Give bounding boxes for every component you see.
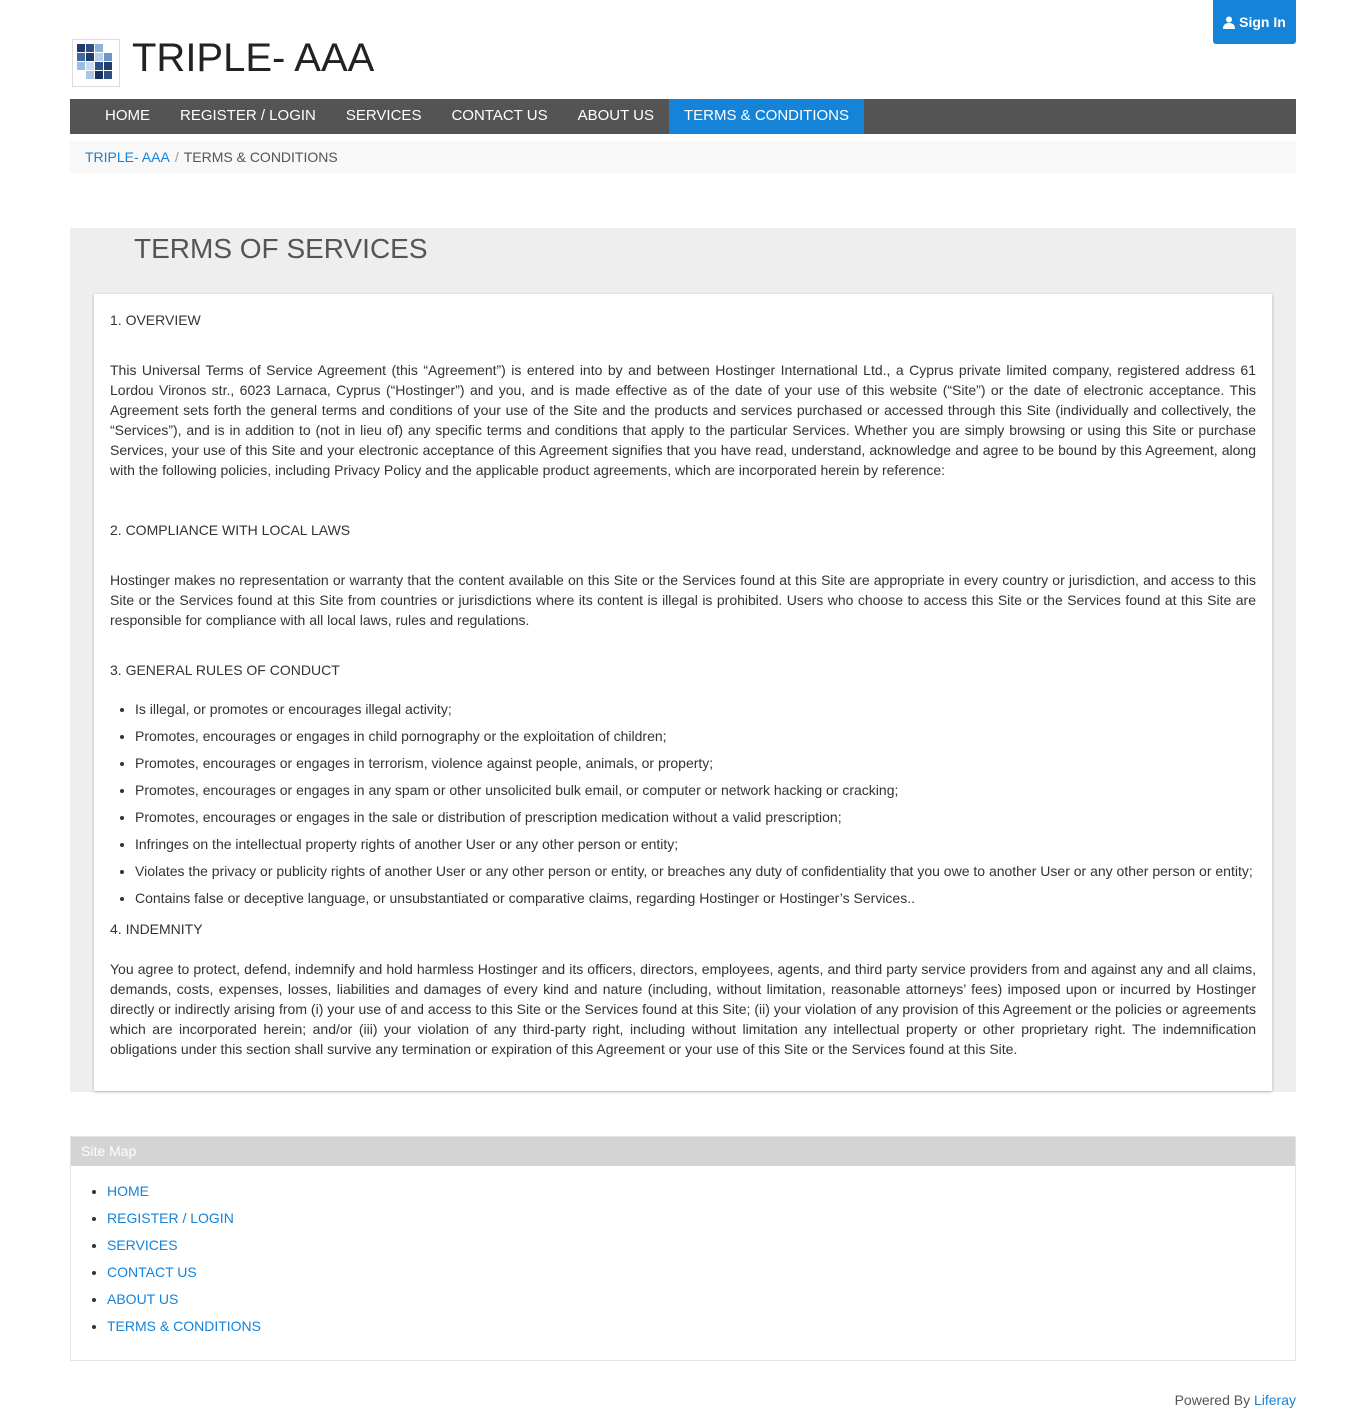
terms-portlet: TERMS OF SERVICES 1. OVERVIEW This Unive… [70,228,1296,1092]
list-item: Is illegal, or promotes or encourages il… [135,696,1256,723]
list-item: Contains false or deceptive language, or… [135,885,1256,912]
site-map-title: Site Map [71,1137,1295,1166]
breadcrumb: TRIPLE- AAA / TERMS & CONDITIONS [70,141,1296,173]
list-item: Infringes on the intellectual property r… [135,831,1256,858]
section-body-compliance: Hostinger makes no representation or war… [110,572,1256,628]
site-logo-link[interactable] [72,39,120,87]
sign-in-button[interactable]: Sign In [1213,0,1296,44]
sitemap-link-home[interactable]: HOME [107,1183,149,1199]
powered-by-label: Powered By [1174,1392,1251,1408]
terms-content: 1. OVERVIEW This Universal Terms of Serv… [94,294,1272,1091]
breadcrumb-separator: / [174,149,179,165]
nav-item-terms-conditions[interactable]: TERMS & CONDITIONS [668,99,864,134]
list-item: TERMS & CONDITIONS [107,1313,1295,1340]
sign-in-label: Sign In [1239,14,1286,30]
breadcrumb-current: TERMS & CONDITIONS [183,149,338,165]
list-item: Promotes, encourages or engages in terro… [135,750,1256,777]
section-heading-overview: 1. OVERVIEW [110,312,201,328]
breadcrumb-root-link[interactable]: TRIPLE- AAA [85,149,170,165]
section-heading-compliance: 2. COMPLIANCE WITH LOCAL LAWS [110,522,351,538]
sitemap-link-about-us[interactable]: ABOUT US [107,1291,178,1307]
page-title: TERMS OF SERVICES [134,233,428,264]
nav-item-services[interactable]: SERVICES [331,99,437,134]
sitemap-link-contact-us[interactable]: CONTACT US [107,1264,197,1280]
liferay-link[interactable]: Liferay [1254,1392,1296,1408]
site-map-list: HOME REGISTER / LOGIN SERVICES CONTACT U… [71,1178,1295,1340]
conduct-list: Is illegal, or promotes or encourages il… [110,696,1256,912]
powered-by: Powered By Liferay [1175,1392,1296,1408]
nav-item-register-login[interactable]: REGISTER / LOGIN [165,99,331,134]
list-item: HOME [107,1178,1295,1205]
list-item: Promotes, encourages or engages in child… [135,723,1256,750]
site-title: TRIPLE- AAA [132,36,375,80]
nav-item-home[interactable]: HOME [90,99,165,134]
sitemap-link-services[interactable]: SERVICES [107,1237,178,1253]
list-item: Violates the privacy or publicity rights… [135,858,1256,885]
list-item: SERVICES [107,1232,1295,1259]
list-item: REGISTER / LOGIN [107,1205,1295,1232]
section-body-indemnity: You agree to protect, defend, indemnify … [110,961,1256,1057]
list-item: Promotes, encourages or engages in any s… [135,777,1256,804]
logo-mosaic-icon [72,39,120,87]
nav-item-about-us[interactable]: ABOUT US [563,99,669,134]
list-item: CONTACT US [107,1259,1295,1286]
main-navigation: HOME REGISTER / LOGIN SERVICES CONTACT U… [70,99,1296,134]
user-icon [1223,16,1236,29]
list-item: ABOUT US [107,1286,1295,1313]
section-body-overview: This Universal Terms of Service Agreemen… [110,362,1256,478]
sitemap-link-terms-conditions[interactable]: TERMS & CONDITIONS [107,1318,261,1334]
list-item: Promotes, encourages or engages in the s… [135,804,1256,831]
section-heading-indemnity: 4. INDEMNITY [110,921,203,937]
sitemap-link-register-login[interactable]: REGISTER / LOGIN [107,1210,234,1226]
site-map-portlet: Site Map HOME REGISTER / LOGIN SERVICES … [70,1136,1296,1361]
section-heading-conduct: 3. GENERAL RULES OF CONDUCT [110,662,340,678]
nav-item-contact-us[interactable]: CONTACT US [436,99,562,134]
